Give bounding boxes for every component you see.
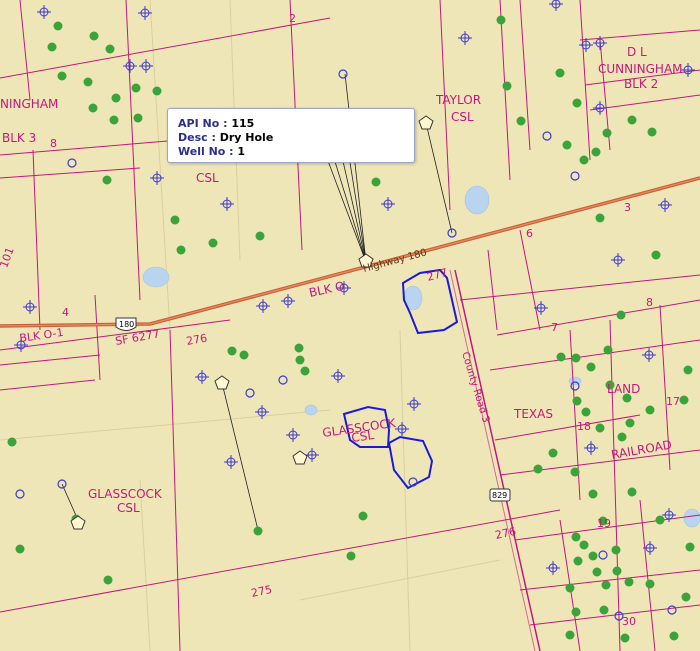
shield-829-text: 829 (492, 491, 507, 500)
tooltip-row-desc: Desc : Dry Hole (178, 131, 274, 144)
label-glasscock-left: GLASSCOCK (88, 487, 163, 501)
tooltip-key: Desc (178, 131, 208, 144)
section-number: 7 (551, 321, 558, 334)
label-blk2: BLK 2 (624, 77, 658, 91)
highway-shield-180: 180 (115, 317, 137, 331)
label-blk3: BLK 3 (2, 131, 36, 145)
section-number: 3 (624, 201, 631, 214)
label-cunningham-left: NINGHAM (0, 97, 58, 111)
label-texas: TEXAS (513, 407, 553, 421)
tooltip-value: 115 (231, 117, 255, 130)
tooltip-key: Well No (178, 145, 226, 158)
shield-180-text: 180 (119, 320, 134, 329)
tooltip-value: 1 (237, 145, 246, 158)
label-glasscock-left-csl: CSL (117, 501, 140, 515)
map-canvas[interactable]: D L CUNNINGHAM BLK 2 NINGHAM BLK 3 TAYLO… (0, 0, 700, 651)
tooltip-value: Dry Hole (219, 131, 274, 144)
tooltip-key: API No (178, 117, 220, 130)
section-number: 8 (646, 296, 653, 309)
section-number: 18 (577, 420, 591, 433)
label-taylor: TAYLOR (435, 93, 481, 107)
well-info-tooltip: API No : 115 Desc : Dry Hole Well No : 1 (167, 108, 415, 163)
label-land: LAND (607, 382, 640, 396)
label-dl: D L (627, 45, 647, 59)
tooltip-row-api: API No : 115 (178, 117, 255, 130)
label-taylor-csl: CSL (451, 110, 474, 124)
label-cunningham-top: CUNNINGHAM (598, 62, 683, 76)
label-csl-mid: CSL (196, 171, 219, 185)
section-number: 6 (526, 227, 533, 240)
highway-shield-829: 829 (489, 488, 511, 502)
tooltip-row-well: Well No : 1 (178, 145, 246, 158)
section-number: 2 (289, 12, 296, 25)
section-number: 8 (50, 137, 57, 150)
section-number: 19 (597, 517, 611, 530)
section-number: 4 (62, 306, 69, 319)
section-number: 17 (666, 395, 680, 408)
section-number: 30 (622, 615, 636, 628)
